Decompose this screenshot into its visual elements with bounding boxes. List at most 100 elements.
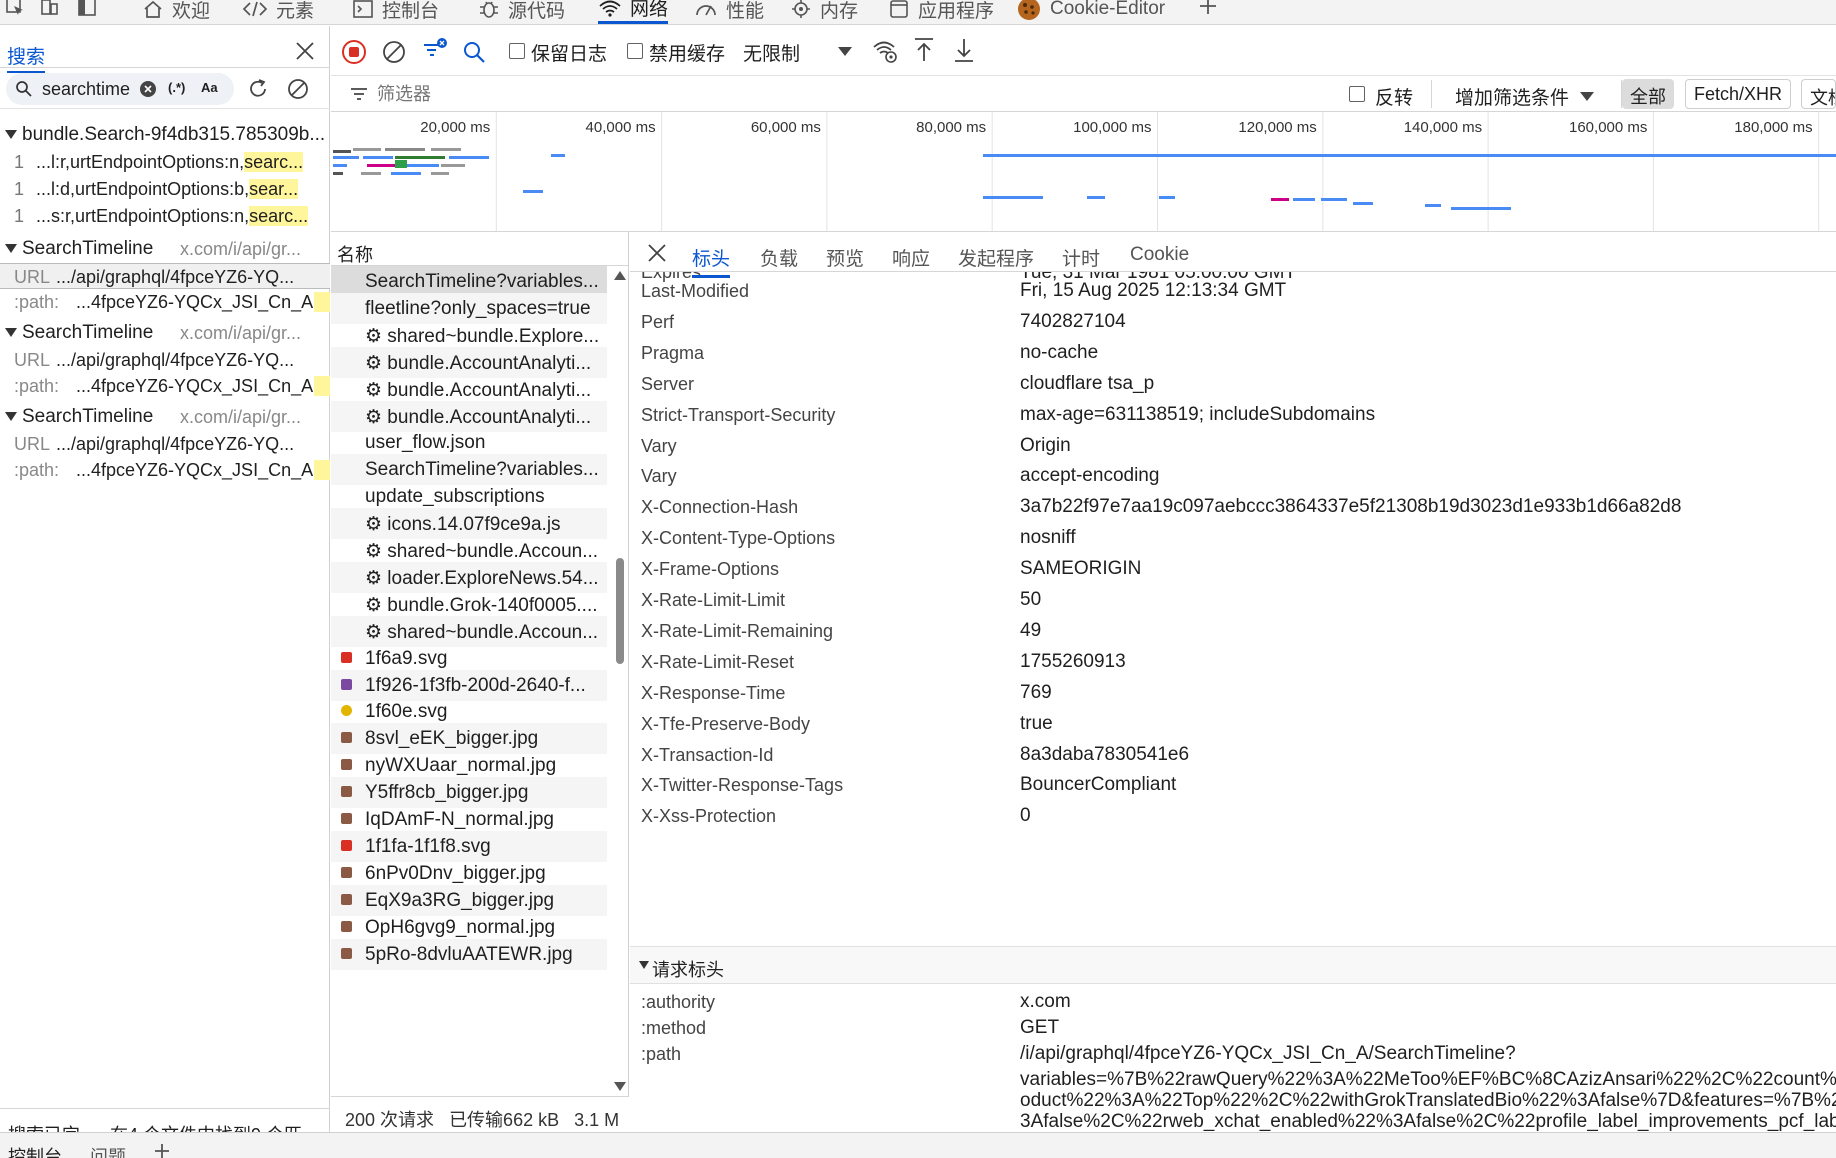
throttle-select[interactable]: 无限制 [743,39,800,66]
request-list-header[interactable]: 名称 [331,232,628,267]
preserve-log-checkbox[interactable] [509,43,525,59]
network-conditions-icon[interactable] [871,37,899,65]
header-value[interactable]: 50 [1020,589,1041,611]
tab-initiator[interactable]: 发起程序 [958,244,1034,271]
add-tab-icon[interactable] [1196,0,1220,18]
tab-timing[interactable]: 计时 [1062,244,1100,271]
header-value[interactable]: no-cache [1020,342,1098,364]
header-value[interactable]: BouncerCompliant [1020,774,1176,796]
tab-headers[interactable]: 标头 [692,244,731,278]
header-value[interactable]: 1755260913 [1020,651,1126,673]
expand-triangle-icon[interactable] [4,410,18,422]
request-row[interactable]: 5pRo-8dvluAATEWR.jpg [331,938,607,970]
header-value[interactable]: 8a3daba7830541e6 [1020,744,1189,766]
add-tab-icon[interactable] [152,1141,172,1158]
close-icon[interactable] [292,38,318,64]
header-value[interactable]: SAMEORIGIN [1020,558,1141,580]
regex-toggle[interactable]: (.*) [168,80,185,95]
header-value[interactable]: max-age=631138519; includeSubdomains [1020,404,1375,426]
header-value[interactable]: Fri, 15 Aug 2025 12:13:34 GMT [1020,280,1286,302]
expand-triangle-icon[interactable] [4,128,18,140]
search-result-file[interactable]: bundle.Search-9f4db315.785309b... [0,122,330,148]
tab-response[interactable]: 响应 [892,244,930,271]
header-value[interactable]: 7402827104 [1020,311,1126,333]
clear-search-icon[interactable] [139,80,157,98]
header-value[interactable]: true [1020,713,1053,735]
header-value[interactable]: 0 [1020,805,1031,827]
header-value[interactable]: 3a7b22f97e7aa19c097aebccc3864337e5f21308… [1020,496,1681,518]
search-result-line[interactable]: 1 ...s:r,urtEndpointOptions:n,searc... [0,203,330,229]
scrollbar-thumb[interactable] [616,558,624,664]
drawer-tab-issues[interactable]: 问题 [90,1143,126,1158]
tab-memory[interactable]: 内存 [790,0,858,24]
request-headers-section[interactable]: 请求标头 [630,946,1836,984]
expand-triangle-icon[interactable] [4,242,18,254]
request-list-scrollbar[interactable] [611,268,628,1096]
filter-input[interactable] [377,81,1237,107]
header-value-continued[interactable]: 3Afalse%2C%22rweb_xchat_enabled%22%3Afal… [1020,1111,1836,1132]
search-result-file[interactable]: SearchTimeline x.com/i/api/gr... [0,320,330,346]
match-case-toggle[interactable]: Aa [201,80,218,95]
tab-payload[interactable]: 负载 [760,244,798,271]
clear-icon[interactable] [381,39,407,65]
chevron-down-icon[interactable] [837,44,853,58]
header-value[interactable]: 769 [1020,682,1052,704]
type-filter-fetch-xhr[interactable]: Fetch/XHR [1685,79,1792,109]
tab-cookie-editor[interactable]: Cookie-Editor [1016,0,1165,24]
header-value[interactable]: Origin [1020,435,1071,457]
tab-elements[interactable]: 元素 [242,0,314,24]
disable-cache-checkbox[interactable] [627,43,643,59]
search-result-line[interactable]: URL .../api/graphql/4fpceYZ6-YQ... [0,347,330,373]
inspect-element-icon[interactable] [4,0,26,18]
network-overview[interactable]: 20,000 ms 40,000 ms 60,000 ms 80,000 ms 100,… [331,112,1836,232]
close-icon[interactable] [646,242,668,264]
tab-preview[interactable]: 预览 [826,244,864,271]
search-result-line[interactable]: 1 ...l:r,urtEndpointOptions:n,searc... [0,149,330,175]
chevron-down-icon[interactable] [1579,89,1595,103]
import-har-icon[interactable] [911,36,937,64]
header-value[interactable]: GET [1020,1017,1059,1039]
scroll-up-icon[interactable] [613,270,627,282]
search-result-line[interactable]: :path: ...4fpceYZ6-YQCx_JSI_Cn_A... [0,289,330,315]
header-value-continued[interactable]: variables=%7B%22rawQuery%22%3A%22MeToo%E… [1020,1069,1836,1091]
tab-sources[interactable]: 源代码 [478,0,565,24]
invert-checkbox[interactable] [1349,86,1365,102]
export-har-icon[interactable] [951,36,977,64]
header-value[interactable]: /i/api/graphql/4fpceYZ6-YQCx_JSI_Cn_A/Se… [1020,1043,1516,1065]
column-name-header[interactable]: 名称 [337,241,373,267]
header-value[interactable]: accept-encoding [1020,465,1159,487]
drawer-tab-console[interactable]: 控制台 [8,1143,62,1158]
filter-active-icon[interactable] [421,36,449,64]
device-toolbar-icon[interactable] [38,0,60,18]
search-result-file[interactable]: SearchTimeline x.com/i/api/gr... [0,404,330,430]
type-filter-all[interactable]: 全部 [1622,79,1674,109]
search-result-line[interactable]: :path: ...4fpceYZ6-YQCx_JSI_Cn_A... [0,457,330,483]
header-value[interactable]: 49 [1020,620,1041,642]
search-input[interactable] [42,77,138,101]
search-result-line[interactable]: URL .../api/graphql/4fpceYZ6-YQ... [0,263,330,289]
tab-console[interactable]: 控制台 [352,0,439,24]
search-icon[interactable] [461,39,487,65]
expand-triangle-icon[interactable] [638,960,650,970]
header-value[interactable]: cloudflare tsa_p [1020,373,1154,395]
scroll-down-icon[interactable] [613,1080,627,1092]
tab-welcome[interactable]: 欢迎 [142,0,210,24]
tab-network[interactable]: 网络 [598,0,669,24]
header-value[interactable]: nosniff [1020,527,1076,549]
expand-triangle-icon[interactable] [4,326,18,338]
search-result-line[interactable]: URL .../api/graphql/4fpceYZ6-YQ... [0,431,330,457]
search-result-line[interactable]: :path: ...4fpceYZ6-YQCx_JSI_Cn_A... [0,373,330,399]
type-filter-document[interactable]: 文档 [1801,79,1836,109]
header-value[interactable]: x.com [1020,991,1071,1013]
tab-cookies[interactable]: Cookie [1130,244,1189,266]
tab-application[interactable]: 应用程序 [888,0,994,24]
tab-performance[interactable]: 性能 [694,0,764,24]
search-result-line[interactable]: 1 ...l:d,urtEndpointOptions:b,sear... [0,176,330,202]
search-result-file[interactable]: SearchTimeline x.com/i/api/gr... [0,236,330,262]
record-icon[interactable] [341,39,367,65]
header-value-continued[interactable]: oduct%22%3A%22Top%22%2C%22withGrokTransl… [1020,1090,1836,1112]
more-filters-button[interactable]: 增加筛选条件 [1455,83,1569,110]
clear-results-icon[interactable] [286,77,310,101]
dock-sidebar-icon[interactable] [76,0,98,18]
refresh-icon[interactable] [246,77,270,101]
